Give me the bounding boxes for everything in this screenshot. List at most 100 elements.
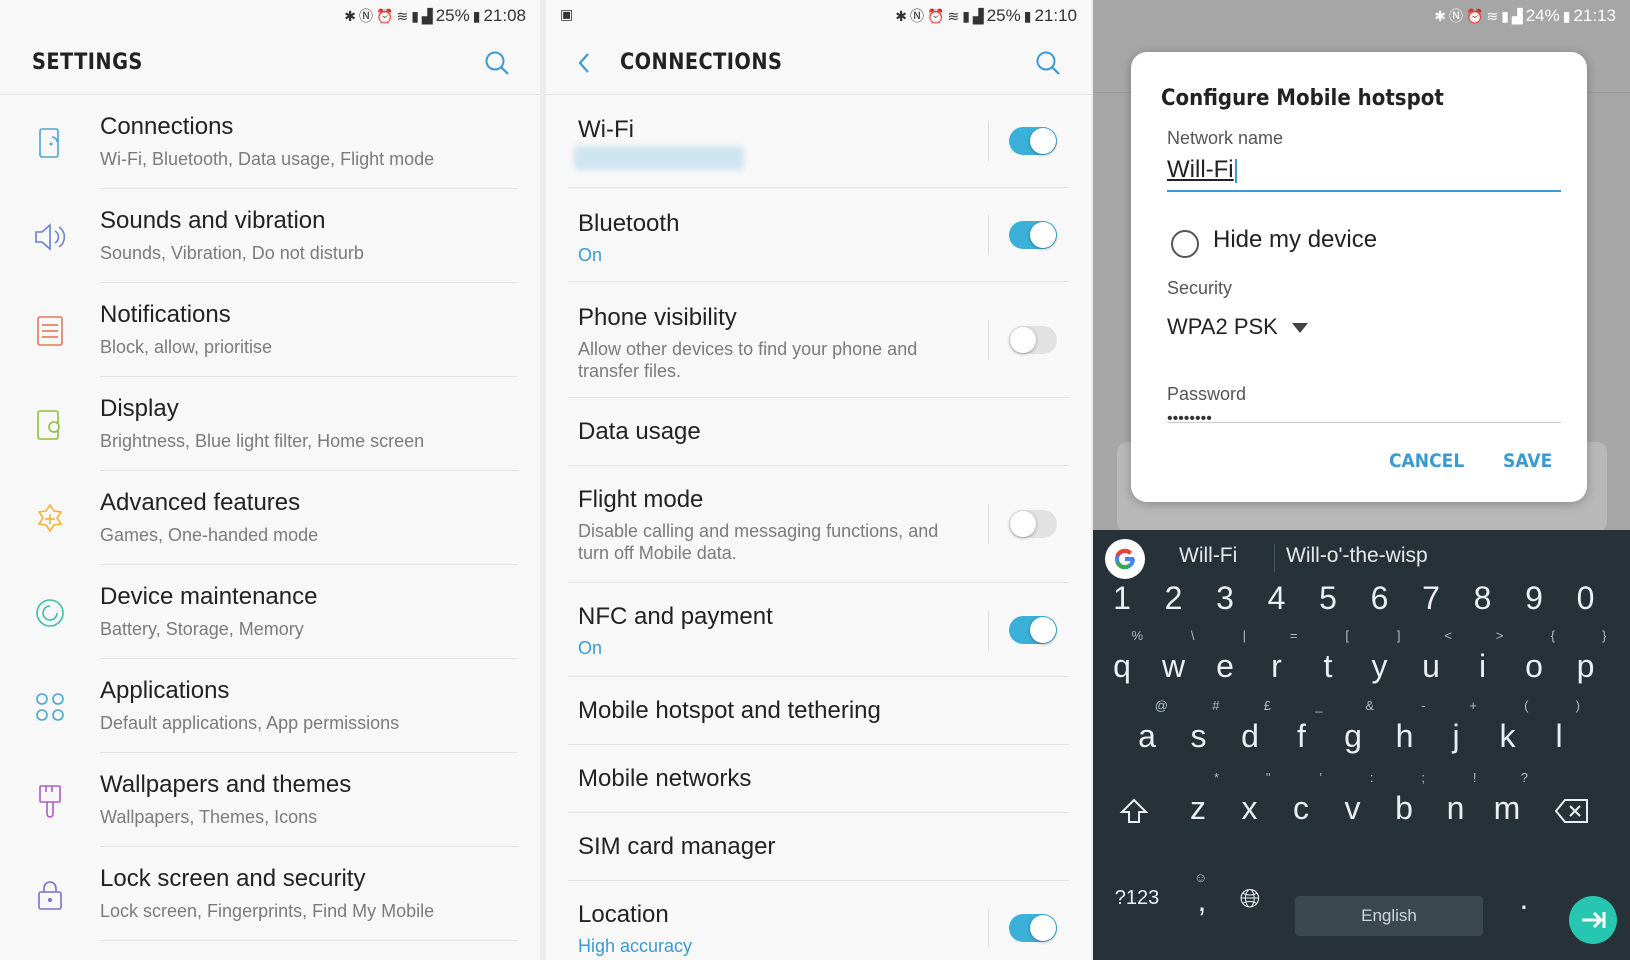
settings-item-device-maintenance[interactable]: Device maintenance Battery, Storage, Memo…: [0, 565, 540, 659]
hide-device-radio[interactable]: [1171, 230, 1199, 258]
letter-key[interactable]: m?: [1482, 770, 1532, 838]
cancel-button[interactable]: CANCEL: [1389, 450, 1464, 472]
settings-item-lock-screen[interactable]: Lock screen and security Lock screen, Fin…: [0, 847, 540, 941]
connections-item-wifi[interactable]: Wi-Fi: [568, 94, 1069, 188]
bluetooth-toggle[interactable]: [1009, 221, 1057, 249]
settings-item-notifications[interactable]: Notifications Block, allow, prioritise: [0, 283, 540, 377]
letter-key[interactable]: b;: [1379, 770, 1429, 838]
emoji-comma-key[interactable]: , ☺: [1177, 870, 1227, 930]
letter-key[interactable]: w \: [1149, 628, 1199, 696]
number-key[interactable]: 1: [1097, 568, 1147, 628]
letter-key[interactable]: x ": [1225, 770, 1275, 838]
password-value: ••••••••: [1167, 410, 1212, 423]
hide-device-label[interactable]: Hide my device: [1213, 226, 1377, 254]
letter-key[interactable]: o{: [1509, 628, 1559, 696]
key-alt-label: \: [1190, 628, 1195, 643]
sim-status-icon: ▮: [411, 7, 419, 24]
search-icon[interactable]: [482, 48, 512, 78]
status-icons: ✱ Ⓝ ⏰ ≋ ▮ ▟ 25% ▮ 21:10: [895, 6, 1077, 26]
settings-item-display[interactable]: Display Brightness, Blue light filter, Ho…: [0, 377, 540, 471]
period-key[interactable]: .: [1499, 868, 1549, 928]
wifi-toggle[interactable]: [1009, 127, 1057, 155]
settings-item-advanced-features[interactable]: Advanced features Games, One-handed mode: [0, 471, 540, 565]
number-key[interactable]: 5: [1303, 568, 1353, 628]
letter-key[interactable]: t[: [1303, 628, 1353, 696]
settings-item-title: Applications: [100, 677, 230, 704]
key-label: 9: [1525, 580, 1543, 616]
settings-item-title: Connections: [100, 113, 234, 140]
key-label: k: [1499, 718, 1516, 754]
shift-icon[interactable]: [1109, 778, 1159, 838]
connections-item-bluetooth[interactable]: Bluetooth On: [568, 188, 1069, 282]
letter-key[interactable]: z *: [1173, 770, 1223, 838]
letter-key[interactable]: f _: [1277, 698, 1327, 766]
connections-item-nfc[interactable]: NFC and payment On: [568, 583, 1069, 677]
letter-key[interactable]: u <: [1406, 628, 1456, 696]
settings-item-title: Display: [100, 395, 179, 422]
back-arrow-icon[interactable]: [572, 50, 598, 76]
number-key[interactable]: 4: [1252, 568, 1302, 628]
connections-item-data-usage[interactable]: Data usage: [568, 398, 1069, 466]
number-key[interactable]: 0: [1561, 568, 1611, 628]
letter-key[interactable]: e |: [1200, 628, 1250, 696]
number-key[interactable]: 3: [1200, 568, 1250, 628]
symbols-key[interactable]: ?123: [1103, 868, 1171, 928]
letter-key[interactable]: h-: [1380, 698, 1430, 766]
letter-key[interactable]: c ': [1276, 770, 1326, 838]
location-toggle[interactable]: [1009, 914, 1057, 942]
suggestion-word[interactable]: Will-Fi: [1179, 544, 1237, 568]
settings-item-applications[interactable]: Applications Default applications, App pe…: [0, 659, 540, 753]
signal-status-icon: ▟: [972, 7, 984, 24]
network-name-input[interactable]: Will-Fi: [1167, 156, 1561, 192]
connections-item-status: On: [578, 245, 603, 265]
settings-item-connections[interactable]: Connections Wi-Fi, Bluetooth, Data usage,…: [0, 95, 540, 189]
letter-key[interactable]: d £: [1225, 698, 1275, 766]
key-label: 8: [1473, 580, 1492, 616]
password-input[interactable]: ••••••••: [1167, 406, 1561, 423]
configure-hotspot-dialog: Configure Mobile hotspot Network name Wi…: [1131, 52, 1587, 502]
letter-key[interactable]: q%: [1097, 628, 1147, 696]
letter-key[interactable]: a @: [1122, 698, 1172, 766]
connections-item-mobile-networks[interactable]: Mobile networks: [568, 745, 1069, 813]
next-field-key[interactable]: [1569, 896, 1617, 944]
connections-item-location[interactable]: Location High accuracy: [568, 881, 1069, 960]
save-button[interactable]: SAVE: [1503, 450, 1552, 472]
flight-mode-toggle[interactable]: [1009, 510, 1057, 538]
suggestion-word[interactable]: Will-o'-the-wisp: [1286, 544, 1428, 568]
number-key[interactable]: 7: [1406, 568, 1456, 628]
backspace-icon[interactable]: [1547, 778, 1597, 838]
letter-key[interactable]: r =: [1252, 628, 1302, 696]
connections-item-flight-mode[interactable]: Flight mode Disable calling and messagin…: [568, 466, 1069, 583]
settings-item-title: Advanced features: [100, 489, 301, 516]
globe-icon[interactable]: 🌐︎: [1225, 868, 1275, 928]
connections-item-phone-visibility[interactable]: Phone visibility Allow other devices to …: [568, 282, 1069, 398]
key-alt-label: %: [1131, 628, 1143, 643]
letter-key[interactable]: i >: [1458, 628, 1508, 696]
settings-item-sounds[interactable]: Sounds and vibration Sounds, Vibration, D…: [0, 189, 540, 283]
connections-item-sim-manager[interactable]: SIM card manager: [568, 813, 1069, 881]
settings-list: Connections Wi-Fi, Bluetooth, Data usage,…: [0, 95, 540, 941]
phone-visibility-toggle[interactable]: [1009, 326, 1057, 354]
letter-key[interactable]: v:: [1328, 770, 1378, 838]
number-key[interactable]: 6: [1355, 568, 1405, 628]
letter-key[interactable]: l): [1534, 698, 1584, 766]
settings-item-wallpapers[interactable]: Wallpapers and themes Wallpapers, Themes,…: [0, 753, 540, 847]
divider: [988, 504, 989, 544]
letter-key[interactable]: k(: [1483, 698, 1533, 766]
letter-key[interactable]: y]: [1355, 628, 1405, 696]
number-key[interactable]: 2: [1149, 568, 1199, 628]
number-key[interactable]: 9: [1509, 568, 1559, 628]
security-dropdown[interactable]: WPA2 PSK: [1167, 314, 1308, 340]
letter-key[interactable]: s #: [1174, 698, 1224, 766]
letter-key[interactable]: g &: [1328, 698, 1378, 766]
letter-key[interactable]: j +: [1431, 698, 1481, 766]
search-icon[interactable]: [1033, 48, 1063, 78]
nfc-toggle[interactable]: [1009, 616, 1057, 644]
space-key[interactable]: English: [1295, 896, 1483, 936]
key-alt-label: -: [1421, 698, 1426, 713]
connections-item-mobile-hotspot[interactable]: Mobile hotspot and tethering: [568, 677, 1069, 745]
letter-key[interactable]: n!: [1431, 770, 1481, 838]
letter-key[interactable]: p}: [1561, 628, 1611, 696]
key-label: r: [1271, 648, 1282, 684]
number-key[interactable]: 8: [1458, 568, 1508, 628]
